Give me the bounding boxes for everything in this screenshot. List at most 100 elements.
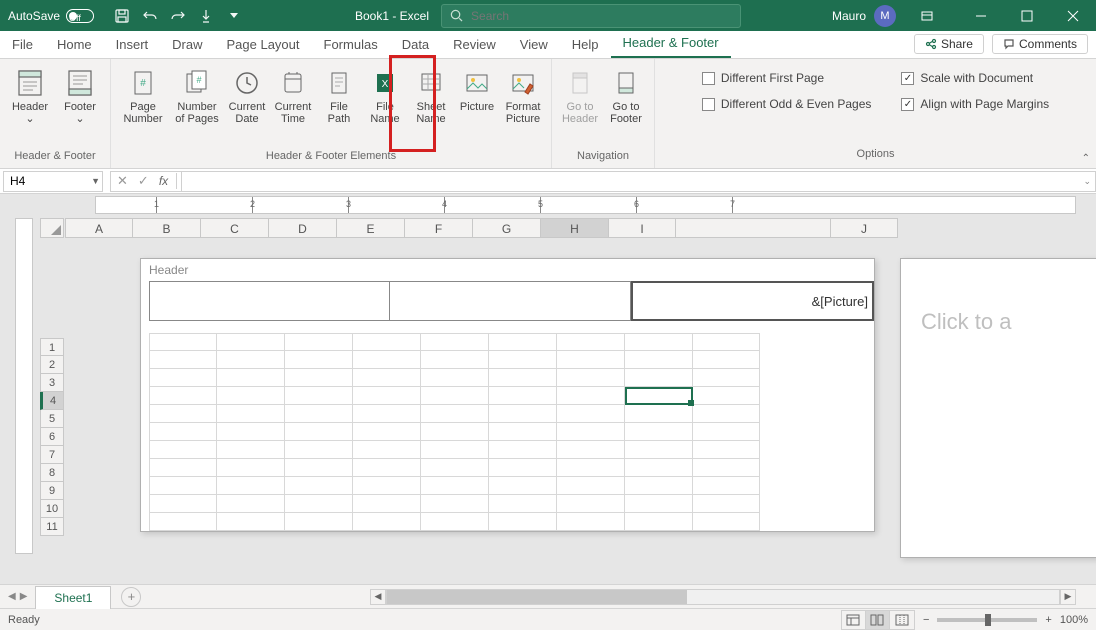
cell[interactable] [285,333,353,351]
horizontal-scrollbar[interactable]: ◀ ▶ [370,588,1076,606]
enter-formula-icon[interactable]: ✓ [138,173,149,189]
name-box[interactable]: H4▼ [3,171,103,192]
cell[interactable] [285,351,353,369]
cell[interactable] [625,513,693,531]
column-header[interactable]: E [337,218,405,238]
column-header[interactable]: D [269,218,337,238]
cell[interactable] [421,441,489,459]
cell[interactable] [489,387,557,405]
formula-input[interactable]: ⌄ [181,171,1095,192]
goto-footer-button[interactable]: Go toFooter [604,63,648,129]
minimize-button[interactable] [958,0,1004,31]
column-header[interactable] [676,218,831,238]
cell[interactable] [149,495,217,513]
column-header[interactable]: H [541,218,609,238]
scroll-right-icon[interactable]: ▶ [1060,589,1076,605]
cell[interactable] [421,477,489,495]
row-header[interactable]: 2 [40,356,64,374]
zoom-out-icon[interactable]: − [923,614,929,626]
next-sheet-icon[interactable]: ▶ [20,591,28,602]
cell[interactable] [353,369,421,387]
cell[interactable] [489,513,557,531]
row-header[interactable]: 1 [40,338,64,356]
cell[interactable] [285,423,353,441]
cell[interactable] [693,387,760,405]
search-input[interactable] [471,9,732,23]
page-break-view-icon[interactable] [890,611,914,629]
scroll-left-icon[interactable]: ◀ [370,589,386,605]
cell[interactable] [557,513,625,531]
cell[interactable] [489,369,557,387]
page-layout-view-icon[interactable] [866,611,890,629]
cell[interactable] [421,333,489,351]
horizontal-ruler[interactable]: 1234567 [95,196,1076,214]
cell[interactable] [149,369,217,387]
header-center[interactable] [390,281,630,321]
cell[interactable] [557,423,625,441]
tab-page-layout[interactable]: Page Layout [215,31,312,58]
select-all-button[interactable] [40,218,64,238]
cell[interactable] [149,423,217,441]
cell[interactable] [625,495,693,513]
cell[interactable] [557,387,625,405]
cell[interactable] [353,441,421,459]
cell[interactable] [353,459,421,477]
cell[interactable] [421,423,489,441]
row-header[interactable]: 9 [40,482,64,500]
row-header[interactable]: 6 [40,428,64,446]
cell[interactable] [285,369,353,387]
tab-file[interactable]: File [0,31,45,58]
scroll-thumb[interactable] [387,590,687,604]
current-date-button[interactable]: CurrentDate [225,63,269,129]
cell[interactable] [421,369,489,387]
cell[interactable] [149,387,217,405]
footer-button[interactable]: Footer⌄ [56,63,104,129]
scale-with-document-checkbox[interactable]: ✓Scale with Document [901,71,1049,85]
cell[interactable] [489,423,557,441]
chevron-down-icon[interactable]: ▼ [91,176,100,186]
cell[interactable] [693,477,760,495]
cell[interactable] [489,441,557,459]
cell[interactable] [421,495,489,513]
cell[interactable] [217,495,285,513]
column-header[interactable]: I [609,218,676,238]
cell[interactable] [489,477,557,495]
autosave-toggle[interactable]: AutoSave Off [0,9,102,23]
cell[interactable] [217,369,285,387]
column-header[interactable]: A [65,218,133,238]
picture-button[interactable]: Picture [455,63,499,117]
user-name[interactable]: Mauro [832,9,866,23]
format-picture-button[interactable]: FormatPicture [501,63,545,129]
row-header[interactable]: 5 [40,410,64,428]
cell[interactable] [625,333,693,351]
cell[interactable] [353,387,421,405]
cell[interactable] [557,369,625,387]
cell[interactable] [557,333,625,351]
cell[interactable] [557,459,625,477]
cell[interactable] [693,513,760,531]
cell[interactable] [353,495,421,513]
cell[interactable] [625,387,693,405]
zoom-level[interactable]: 100% [1060,614,1088,626]
cell[interactable] [693,459,760,477]
column-header[interactable]: C [201,218,269,238]
cell[interactable] [149,477,217,495]
cell[interactable] [625,351,693,369]
tab-review[interactable]: Review [441,31,508,58]
cell[interactable] [489,495,557,513]
tab-formulas[interactable]: Formulas [312,31,390,58]
cell[interactable] [625,477,693,495]
tab-view[interactable]: View [508,31,560,58]
cancel-formula-icon[interactable]: ✕ [117,173,128,189]
row-header[interactable]: 10 [40,500,64,518]
cell[interactable] [149,513,217,531]
row-header[interactable]: 11 [40,518,64,536]
cell[interactable] [489,351,557,369]
cell[interactable] [149,405,217,423]
cell[interactable] [217,351,285,369]
header-left[interactable] [149,281,390,321]
cell[interactable] [693,351,760,369]
tab-data[interactable]: Data [390,31,441,58]
share-button[interactable]: Share [914,34,984,54]
cell[interactable] [285,495,353,513]
